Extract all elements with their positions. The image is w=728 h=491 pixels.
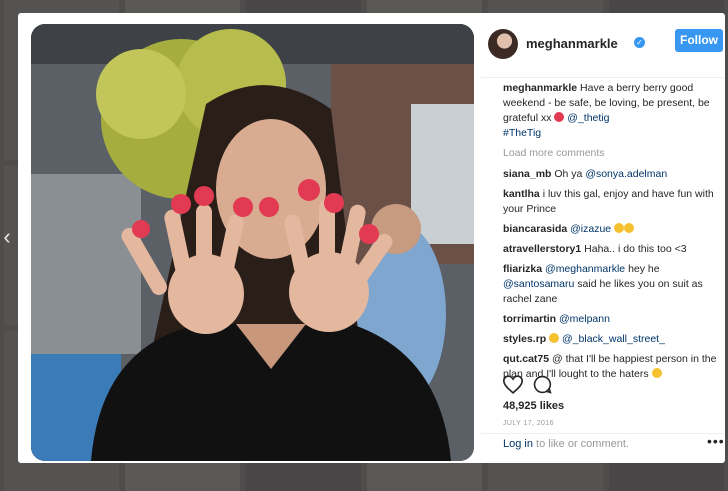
- caption-username[interactable]: meghanmarkle: [503, 82, 577, 94]
- comments-list: meghanmarkle Have a berry berry good wee…: [503, 81, 721, 387]
- comment-mention[interactable]: @melpann: [559, 313, 610, 325]
- divider: [481, 433, 725, 434]
- avatar[interactable]: [488, 29, 518, 59]
- verified-badge-icon: ✓: [634, 37, 645, 48]
- post-header: meghanmarkle ✓ Follow: [481, 13, 725, 69]
- comment-username[interactable]: torrimartin: [503, 313, 556, 325]
- follow-button[interactable]: Follow: [675, 29, 723, 52]
- post-photo[interactable]: [31, 24, 474, 461]
- login-prompt-text: to like or comment.: [536, 438, 629, 450]
- comment-username[interactable]: atravellerstory1: [503, 243, 581, 255]
- post-date: JULY 17, 2016: [503, 420, 554, 427]
- post-side-panel: meghanmarkle ✓ Follow meghanmarkle Have …: [481, 13, 725, 463]
- caption-mention[interactable]: @_thetig: [567, 112, 609, 124]
- comment-item: biancarasida @izazue: [503, 222, 721, 237]
- post-username[interactable]: meghanmarkle: [526, 36, 618, 51]
- smile-emoji-icon: [651, 368, 662, 378]
- post-modal: meghanmarkle ✓ Follow meghanmarkle Have …: [18, 13, 725, 463]
- comment-mention[interactable]: @meghanmarkle: [545, 263, 625, 275]
- comment-bubble-icon[interactable]: [533, 375, 552, 394]
- comment-username[interactable]: fliarizka: [503, 263, 542, 275]
- comment-username[interactable]: styles.rp: [503, 333, 546, 345]
- chevron-left-icon[interactable]: ‹: [0, 226, 14, 250]
- kiss-emoji-icon: [554, 112, 565, 122]
- comment-item: kantlha i luv this gal, enjoy and have f…: [503, 187, 721, 217]
- more-options-icon[interactable]: •••: [707, 433, 725, 449]
- comment-username[interactable]: kantlha: [503, 188, 540, 200]
- comment-text: Haha.. i do this too <3: [584, 243, 687, 255]
- comment-username[interactable]: qut.cat75: [503, 353, 549, 365]
- login-prompt: Log in to like or comment.: [503, 438, 629, 450]
- smile-emoji-icon: [549, 333, 560, 343]
- comment-item: siana_mb Oh ya @sonya.adelman: [503, 167, 721, 182]
- comment-username[interactable]: biancarasida: [503, 223, 567, 235]
- comment-text: Oh ya: [554, 168, 583, 180]
- comment-item: styles.rp @_black_wall_street_: [503, 332, 721, 347]
- login-link[interactable]: Log in: [503, 438, 533, 450]
- load-more-comments-link[interactable]: Load more comments: [503, 146, 721, 161]
- comment-mention[interactable]: @sonya.adelman: [585, 168, 667, 180]
- photo-illustration: [31, 24, 474, 461]
- caption-hashtag[interactable]: #TheTig: [503, 127, 541, 139]
- comment-item: torrimartin @melpann: [503, 312, 721, 327]
- comment-mention[interactable]: @_black_wall_street_: [562, 333, 665, 345]
- post-caption: meghanmarkle Have a berry berry good wee…: [503, 81, 721, 141]
- comment-mention[interactable]: @izazue: [570, 223, 611, 235]
- smile-emoji-icon: [624, 223, 635, 233]
- comment-item: fliarizka @meghanmarkle hey he @santosam…: [503, 262, 721, 307]
- heart-icon[interactable]: [503, 375, 523, 394]
- smile-emoji-icon: [614, 223, 625, 233]
- post-actions: [503, 375, 603, 395]
- comment-username[interactable]: siana_mb: [503, 168, 551, 180]
- divider: [481, 77, 725, 78]
- comment-item: atravellerstory1 Haha.. i do this too <3: [503, 242, 721, 257]
- comment-text: hey he: [628, 263, 660, 275]
- likes-count[interactable]: 48,925 likes: [503, 400, 564, 412]
- comment-mention[interactable]: @santosamaru: [503, 278, 574, 290]
